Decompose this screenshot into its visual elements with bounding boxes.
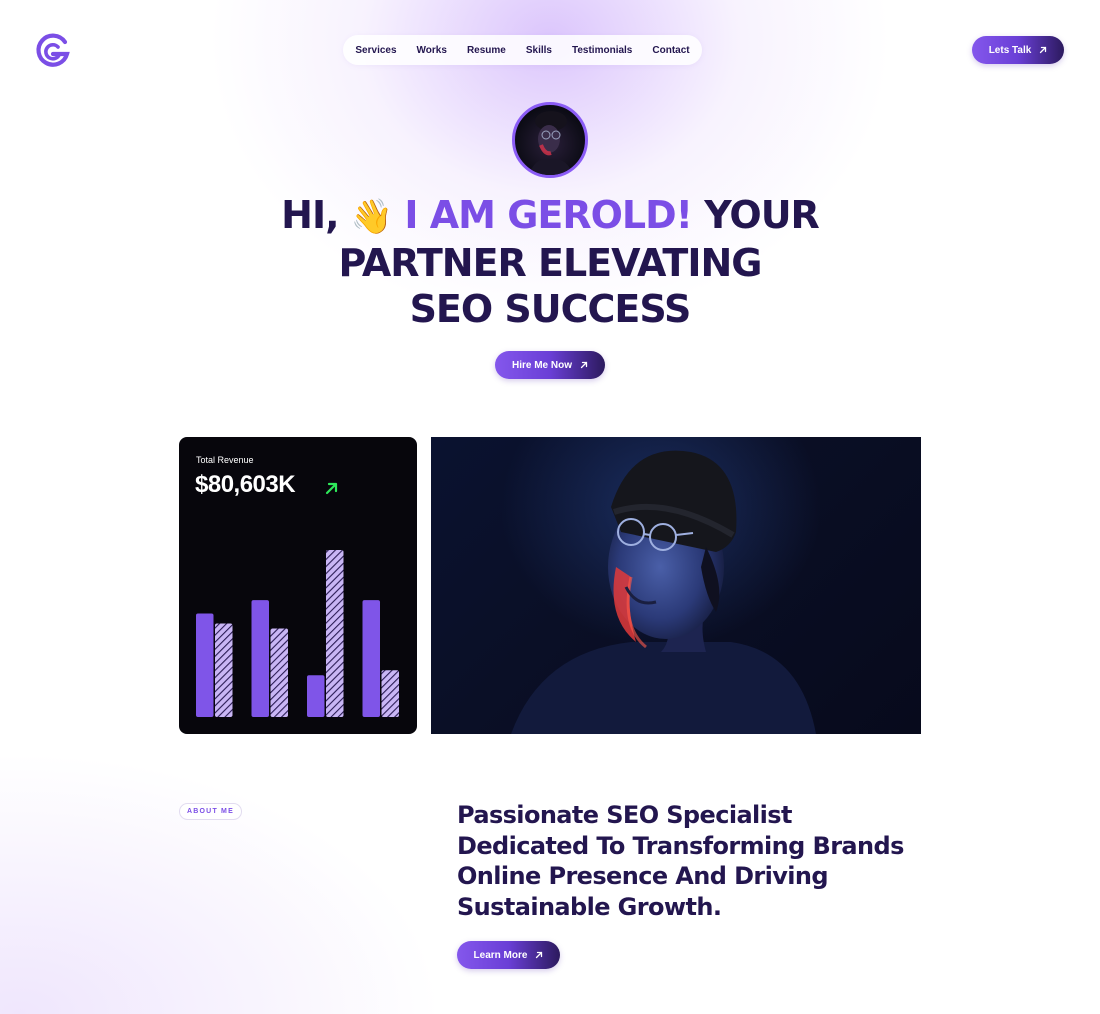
learn-more-button[interactable]: Learn More (457, 941, 560, 969)
hero-line-2: PARTNER ELEVATING (338, 241, 763, 285)
about-headline: Passionate SEO Specialist Dedicated To T… (457, 801, 904, 921)
chart-bar-4-solid (362, 600, 380, 717)
hero-name: I AM GEROLD! (404, 193, 693, 237)
arrow-up-right-icon (325, 482, 338, 495)
nav-item-works[interactable]: Works (417, 45, 447, 56)
hire-me-label: Hire Me Now (511, 359, 572, 371)
nav-item-skills[interactable]: Skills (526, 45, 552, 56)
hero-line-1: HI, 👋 I AM GEROLD! YOUR (250, 192, 850, 240)
page: Services Works Resume Skills Testimonial… (0, 0, 1100, 1014)
hero-line-1-rest: YOUR (704, 193, 820, 237)
lets-talk-button[interactable]: Lets Talk (972, 36, 1064, 64)
hero-greeting: HI, (281, 193, 339, 237)
arrow-up-right-icon (1040, 46, 1047, 54)
main-nav: Services Works Resume Skills Testimonial… (343, 35, 702, 65)
arrow-up-right-icon (536, 951, 543, 959)
nav-item-testimonials[interactable]: Testimonials (572, 45, 632, 56)
chart-bar-2-hatched (270, 628, 288, 717)
revenue-label: Total Revenue (196, 455, 254, 465)
lets-talk-label: Lets Talk (988, 44, 1032, 56)
chart-bar-2-solid (251, 600, 269, 717)
g-logo-icon[interactable] (34, 32, 72, 70)
hero-photo (431, 437, 921, 734)
chart-bar-4-hatched (381, 670, 399, 717)
hero-title: HI, 👋 I AM GEROLD! YOUR PARTNER ELEVATIN… (250, 192, 850, 332)
avatar (512, 102, 588, 178)
chart-bar-3-solid (307, 675, 325, 717)
chart-bar-3-hatched (326, 550, 344, 717)
revenue-value: $80,603K (195, 471, 296, 498)
about-me-badge: ABOUT ME (179, 803, 242, 820)
avatar-portrait-image (529, 111, 573, 175)
hire-me-button[interactable]: Hire Me Now (495, 351, 605, 379)
nav-item-resume[interactable]: Resume (467, 45, 506, 56)
nav-item-contact[interactable]: Contact (652, 45, 689, 56)
chart-bar-1-solid (196, 613, 214, 717)
portrait-image (511, 450, 816, 734)
waving-hand-icon: 👋 (350, 197, 393, 237)
learn-more-label: Learn More (473, 949, 528, 961)
revenue-card: Total Revenue $80,603K (179, 437, 417, 734)
chart-bar-1-hatched (215, 623, 233, 717)
arrow-up-right-icon (580, 361, 588, 369)
hero-line-3: SEO SUCCESS (409, 287, 692, 331)
nav-item-services[interactable]: Services (355, 45, 396, 56)
